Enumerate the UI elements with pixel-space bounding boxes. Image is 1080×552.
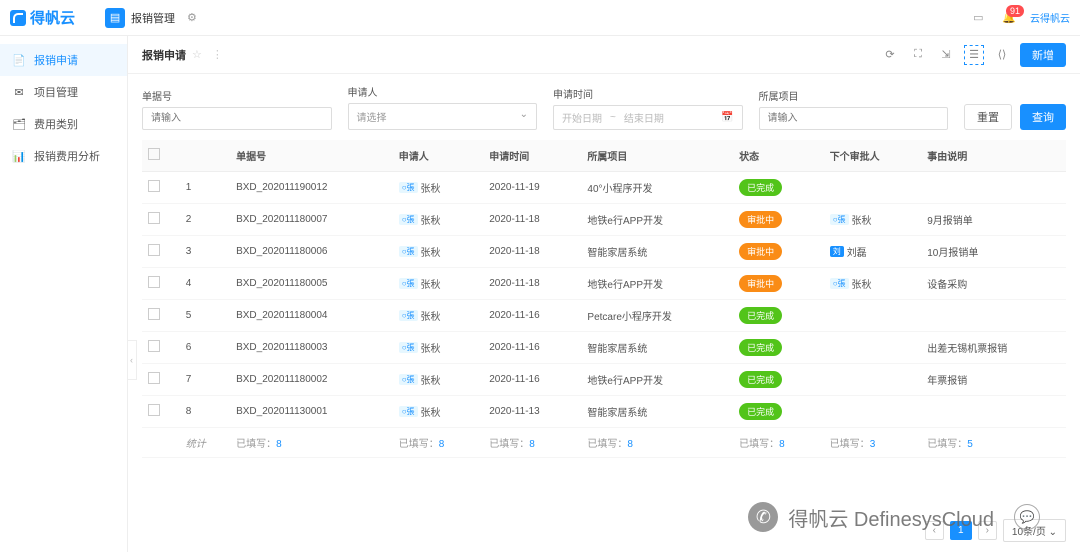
- col-header: [180, 140, 230, 172]
- row-checkbox[interactable]: [148, 244, 160, 256]
- sidebar-item-0[interactable]: 📄 报销申请: [0, 44, 127, 76]
- row-checkbox[interactable]: [148, 404, 160, 416]
- collapse-handle[interactable]: ‹: [128, 340, 137, 380]
- table-row[interactable]: 6BXD_202011180003○張张秋2020-11-16智能家居系统已完成…: [142, 332, 1066, 364]
- logo-icon: [10, 10, 26, 26]
- new-button[interactable]: 新增: [1020, 43, 1066, 67]
- code-icon[interactable]: ⟨⟩: [992, 45, 1012, 65]
- status-badge: 审批中: [739, 243, 782, 260]
- sidebar-icon: ✉: [12, 85, 26, 99]
- wechat-icon: ✆: [748, 502, 778, 532]
- table-row[interactable]: 5BXD_202011180004○張张秋2020-11-16Petcare小程…: [142, 300, 1066, 332]
- sidebar: 📄 报销申请 ✉ 项目管理 🗂 费用类别 📊 报销费用分析: [0, 36, 128, 552]
- filter-project-input[interactable]: [759, 107, 949, 130]
- status-badge: 审批中: [739, 275, 782, 292]
- applicant-tag: ○張张秋: [399, 180, 441, 195]
- watermark-text: 得帆云 DefinesysCloud: [788, 503, 994, 532]
- row-checkbox[interactable]: [148, 212, 160, 224]
- row-checkbox[interactable]: [148, 180, 160, 192]
- sidebar-item-label: 项目管理: [34, 84, 78, 100]
- applicant-tag: ○張张秋: [399, 404, 441, 419]
- data-table: 单据号申请人申请时间所属项目状态下个审批人事由说明 1BXD_202011190…: [142, 140, 1066, 458]
- bubble-icon: 💬: [1014, 504, 1040, 530]
- col-header: 所属项目: [581, 140, 733, 172]
- status-badge: 已完成: [739, 403, 782, 420]
- sidebar-icon: 🗂: [12, 117, 26, 131]
- table-row[interactable]: 3BXD_202011180006○張张秋2020-11-18智能家居系统审批中…: [142, 236, 1066, 268]
- monitor-icon[interactable]: ▭: [968, 8, 988, 28]
- sidebar-item-label: 报销费用分析: [34, 148, 100, 164]
- sidebar-icon: 📄: [12, 53, 26, 67]
- gear-icon[interactable]: ⚙: [187, 11, 197, 24]
- page-title: 报销申请: [142, 47, 186, 63]
- applicant-tag: ○張张秋: [399, 276, 441, 291]
- col-header: 下个审批人: [824, 140, 922, 172]
- sidebar-item-label: 报销申请: [34, 52, 78, 68]
- row-checkbox[interactable]: [148, 372, 160, 384]
- refresh-icon[interactable]: ⟳: [880, 45, 900, 65]
- app-tab[interactable]: ▤ 报销管理 ⚙: [105, 8, 197, 28]
- status-badge: 已完成: [739, 179, 782, 196]
- user-label[interactable]: 云得帆云: [1030, 10, 1070, 25]
- sidebar-item-label: 费用类别: [34, 116, 78, 132]
- search-button[interactable]: 查询: [1020, 104, 1066, 130]
- more-icon[interactable]: ⋮: [212, 48, 223, 61]
- col-header: 事由说明: [921, 140, 1066, 172]
- status-badge: 已完成: [739, 371, 782, 388]
- table-row[interactable]: 2BXD_202011180007○張张秋2020-11-18地铁e行APP开发…: [142, 204, 1066, 236]
- table-row[interactable]: 4BXD_202011180005○張张秋2020-11-18地铁e行APP开发…: [142, 268, 1066, 300]
- reset-button[interactable]: 重置: [964, 104, 1012, 130]
- stats-row: 统计已填写：8已填写：8已填写：8已填写：8已填写：8已填写：3已填写：5: [142, 428, 1066, 458]
- filter-time-label: 申请时间: [553, 86, 743, 101]
- image-icon[interactable]: ⛶: [908, 45, 928, 65]
- filter-docno-input[interactable]: [142, 107, 332, 130]
- col-header: 状态: [733, 140, 824, 172]
- row-checkbox[interactable]: [148, 340, 160, 352]
- filter-project-label: 所属项目: [759, 88, 949, 103]
- table-row[interactable]: 1BXD_202011190012○張张秋2020-11-1940°小程序开发已…: [142, 172, 1066, 204]
- list-view-icon[interactable]: ☰: [964, 45, 984, 65]
- notification-badge: 91: [1006, 5, 1024, 17]
- applicant-tag: ○張张秋: [399, 340, 441, 355]
- sidebar-item-1[interactable]: ✉ 项目管理: [0, 76, 127, 108]
- status-badge: 已完成: [739, 339, 782, 356]
- col-header: 申请时间: [483, 140, 581, 172]
- filter-applicant-select[interactable]: 请选择 ⌄: [348, 103, 538, 130]
- filter-applicant-label: 申请人: [348, 84, 538, 99]
- filter-date-range[interactable]: 开始日期~结束日期📅: [553, 105, 743, 130]
- export-icon[interactable]: ⇲: [936, 45, 956, 65]
- applicant-tag: ○張张秋: [399, 372, 441, 387]
- row-checkbox[interactable]: [148, 276, 160, 288]
- col-header: [142, 140, 180, 172]
- app-tab-icon: ▤: [105, 8, 125, 28]
- col-header: 单据号: [230, 140, 393, 172]
- filter-docno-label: 单据号: [142, 88, 332, 103]
- app-tab-label: 报销管理: [131, 10, 175, 26]
- status-badge: 审批中: [739, 211, 782, 228]
- brand-text: 得帆云: [30, 7, 75, 28]
- sidebar-item-3[interactable]: 📊 报销费用分析: [0, 140, 127, 172]
- row-checkbox[interactable]: [148, 308, 160, 320]
- applicant-tag: ○張张秋: [399, 244, 441, 259]
- bell-icon[interactable]: 🔔91: [1002, 11, 1016, 24]
- star-icon[interactable]: ☆: [192, 48, 202, 61]
- watermark: ✆ 得帆云 DefinesysCloud 💬: [748, 502, 1040, 532]
- status-badge: 已完成: [739, 307, 782, 324]
- sidebar-icon: 📊: [12, 149, 26, 163]
- col-header: 申请人: [393, 140, 484, 172]
- table-row[interactable]: 8BXD_202011130001○張张秋2020-11-13智能家居系统已完成: [142, 396, 1066, 428]
- applicant-tag: ○張张秋: [399, 212, 441, 227]
- sidebar-item-2[interactable]: 🗂 费用类别: [0, 108, 127, 140]
- applicant-tag: ○張张秋: [399, 308, 441, 323]
- table-row[interactable]: 7BXD_202011180002○張张秋2020-11-16地铁e行APP开发…: [142, 364, 1066, 396]
- select-all-checkbox[interactable]: [148, 148, 160, 160]
- brand-logo: 得帆云: [10, 7, 75, 28]
